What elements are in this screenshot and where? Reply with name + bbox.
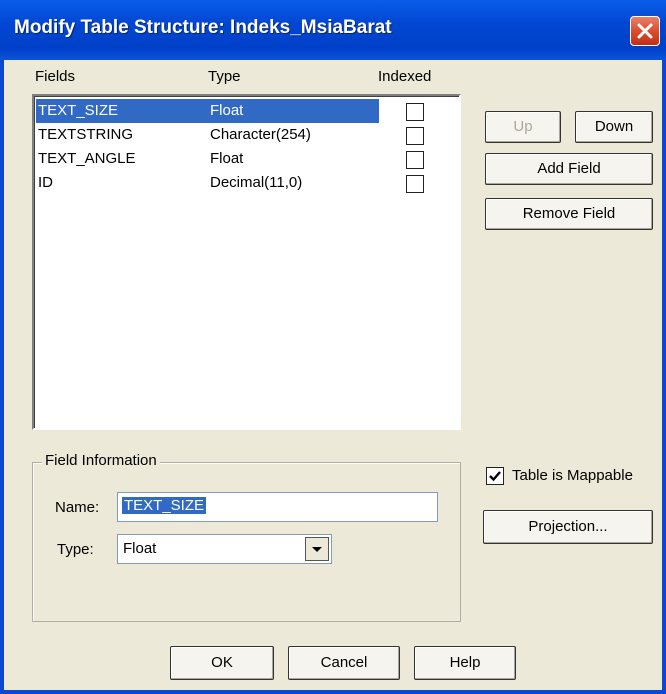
remove-field-button[interactable]: Remove Field — [485, 198, 653, 230]
field-row[interactable]: TEXTSTRING Character(254) — [36, 123, 456, 147]
field-type: Float — [210, 102, 244, 119]
help-button[interactable]: Help — [414, 646, 516, 680]
projection-button[interactable]: Projection... — [483, 510, 653, 544]
indexed-checkbox[interactable] — [406, 103, 424, 121]
chevron-down-icon — [312, 547, 322, 552]
remove-field-button-label: Remove Field — [522, 205, 616, 222]
up-button[interactable]: Up — [485, 111, 561, 143]
field-row[interactable]: TEXT_SIZE Float — [36, 99, 456, 123]
field-type: Decimal(11,0) — [210, 174, 303, 191]
ok-button[interactable]: OK — [170, 646, 274, 680]
table-mappable-label: Table is Mappable — [512, 467, 633, 484]
close-icon — [637, 23, 653, 39]
column-header-fields: Fields — [35, 68, 76, 85]
cancel-button[interactable]: Cancel — [288, 646, 400, 680]
field-type: Float — [210, 150, 244, 167]
field-name: ID — [38, 174, 53, 191]
field-name: TEXT_SIZE — [38, 102, 119, 119]
type-select[interactable]: Float — [117, 534, 332, 564]
dropdown-button[interactable] — [305, 537, 329, 561]
down-button[interactable]: Down — [575, 111, 653, 143]
type-select-value: Float — [123, 540, 157, 557]
column-header-type: Type — [208, 68, 241, 85]
down-button-label: Down — [594, 118, 634, 135]
field-type: Character(254) — [210, 126, 311, 143]
field-name: TEXT_ANGLE — [38, 150, 136, 167]
indexed-checkbox[interactable] — [406, 175, 424, 193]
help-button-label: Help — [449, 654, 481, 671]
name-field-value: TEXT_SIZE — [122, 497, 207, 514]
column-header-indexed: Indexed — [378, 68, 432, 85]
name-field[interactable]: TEXT_SIZE — [117, 492, 438, 522]
check-icon — [489, 471, 501, 482]
type-label: Type: — [57, 541, 94, 558]
ok-button-label: OK — [211, 654, 233, 671]
table-mappable-checkbox[interactable] — [486, 467, 504, 485]
window-title: Modify Table Structure: Indeks_MsiaBarat — [14, 17, 392, 38]
title-bar[interactable]: Modify Table Structure: Indeks_MsiaBarat — [0, 0, 666, 60]
projection-button-label: Projection... — [528, 518, 608, 535]
fields-list[interactable]: TEXT_SIZE Float TEXTSTRING Character(254… — [32, 94, 461, 430]
up-button-label: Up — [513, 118, 533, 135]
indexed-checkbox[interactable] — [406, 127, 424, 145]
indexed-checkbox[interactable] — [406, 151, 424, 169]
field-name: TEXTSTRING — [38, 126, 134, 143]
cancel-button-label: Cancel — [320, 654, 368, 671]
field-information-label: Field Information — [42, 452, 160, 469]
add-field-button[interactable]: Add Field — [485, 153, 653, 185]
name-label: Name: — [55, 499, 100, 516]
add-field-button-label: Add Field — [537, 160, 601, 177]
field-row[interactable]: ID Decimal(11,0) — [36, 171, 456, 195]
field-row[interactable]: TEXT_ANGLE Float — [36, 147, 456, 171]
close-button[interactable] — [630, 16, 660, 46]
